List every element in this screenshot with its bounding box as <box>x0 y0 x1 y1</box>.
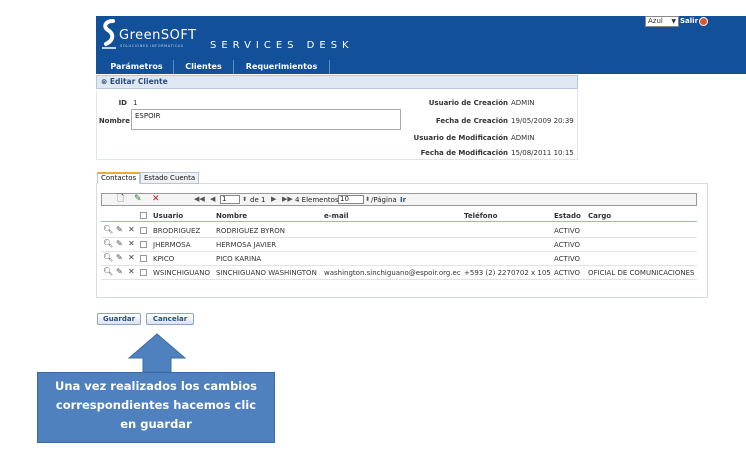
per-page-label: /Página <box>371 196 397 204</box>
fecha-modificacion-value: 15/08/2011 10:15 <box>511 149 574 157</box>
edit-icon[interactable]: ✎ <box>116 239 123 248</box>
tab-contactos[interactable]: Contactos <box>97 172 141 184</box>
cell-usuario: BRODRIGUEZ <box>153 227 201 235</box>
chevron-down-icon: ▼ <box>671 18 676 25</box>
panel-header[interactable]: ⊗ Editar Cliente <box>96 75 578 89</box>
callout-line: Una vez realizados los cambios <box>54 379 257 393</box>
cell-estado: ACTIVO <box>554 269 581 277</box>
row-checkbox[interactable] <box>140 227 147 234</box>
view-icon[interactable]: 🔍︎ <box>103 267 113 276</box>
panel-title: Editar Cliente <box>109 77 168 86</box>
view-icon[interactable]: 🔍︎ <box>103 239 113 248</box>
grid-toolbar <box>101 193 697 206</box>
tab-estado-cuenta[interactable]: Estado Cuenta <box>140 172 200 184</box>
callout-line: en guardar <box>120 417 192 431</box>
cell-cargo: OFICIAL DE COMUNICACIONES <box>588 269 695 277</box>
cell-estado: ACTIVO <box>554 255 581 263</box>
theme-select-value: Azul <box>648 17 663 25</box>
logout-icon[interactable] <box>699 17 708 26</box>
edit-icon[interactable]: ✎ <box>116 267 123 276</box>
cell-email: washington.sinchiguano@espoir.org.ec <box>324 269 461 277</box>
item-count-label: 4 Elementos <box>295 196 339 204</box>
per-page-input[interactable]: 10 <box>338 195 364 204</box>
delete-icon[interactable]: ✕ <box>128 225 135 234</box>
logout-link[interactable]: Salir <box>680 17 698 25</box>
theme-select[interactable]: Azul ▼ <box>645 16 679 27</box>
per-page-spinner-icon[interactable]: ⬍ <box>365 194 370 205</box>
callout-line: correspondientes hacemos clic <box>55 398 257 412</box>
edit-icon[interactable]: ✎ <box>116 225 123 234</box>
delete-icon[interactable]: ✕ <box>128 267 135 276</box>
delete-icon[interactable]: ✕ <box>128 239 135 248</box>
table-row[interactable]: 🔍︎ ✎ ✕ BRODRIGUEZ RODRIGUEZ BYRON ACTIVO <box>101 224 697 238</box>
cell-nombre: SINCHIGUANO WASHINGTON <box>216 269 317 277</box>
row-checkbox[interactable] <box>140 255 147 262</box>
fecha-creacion-value: 19/05/2009 20:39 <box>511 117 574 125</box>
select-all-checkbox[interactable] <box>140 212 147 219</box>
page-spinner-icon[interactable]: ⬍ <box>242 194 247 205</box>
cell-usuario: WSINCHIGUANO <box>153 269 210 277</box>
app-title: SERVICES DESK <box>210 40 354 51</box>
instruction-callout: Una vez realizados los cambios correspon… <box>37 372 275 443</box>
cell-usuario: KPICO <box>153 255 175 263</box>
usuario-modificacion-label: Usuario de Modificación <box>413 134 508 142</box>
column-cargo[interactable]: Cargo <box>588 212 611 220</box>
table-row[interactable]: 🔍︎ ✎ ✕ JHERMOSA HERMOSA JAVIER ACTIVO <box>101 238 697 252</box>
id-label: ID <box>118 99 127 107</box>
logo-icon <box>102 19 116 49</box>
cell-nombre: HERMOSA JAVIER <box>216 241 277 249</box>
cell-estado: ACTIVO <box>554 241 581 249</box>
column-email[interactable]: e-mail <box>324 212 348 220</box>
view-icon[interactable]: 🔍︎ <box>103 225 113 234</box>
usuario-creacion-label: Usuario de Creación <box>428 99 508 107</box>
menu-clientes[interactable]: Clientes <box>174 60 234 74</box>
menu-parametros[interactable]: Parámetros <box>100 60 174 74</box>
row-checkbox[interactable] <box>140 241 147 248</box>
cell-telefono: +593 (2) 2270702 x 105 <box>464 269 551 277</box>
column-nombre[interactable]: Nombre <box>216 212 247 220</box>
id-value: 1 <box>133 99 138 107</box>
menu-requerimientos[interactable]: Requerimientos <box>234 60 330 74</box>
nombre-label: Nombre <box>98 117 130 125</box>
collapse-icon[interactable]: ⊗ <box>101 77 110 86</box>
row-checkbox[interactable] <box>140 269 147 276</box>
logo-text: GreenSOFT <box>119 28 197 43</box>
column-estado[interactable]: Estado <box>554 212 581 220</box>
save-button[interactable]: Guardar <box>97 313 141 325</box>
delete-icon[interactable]: ✕ <box>152 194 160 205</box>
cell-estado: ACTIVO <box>554 227 581 235</box>
fecha-modificacion-label: Fecha de Modificación <box>420 149 508 157</box>
next-page-icon[interactable]: ▶ <box>271 194 276 205</box>
go-button[interactable]: Ir <box>400 196 406 204</box>
page-number-input[interactable]: 1 <box>220 195 240 204</box>
prev-page-icon[interactable]: ◀ <box>210 194 215 205</box>
table-header-divider <box>101 221 697 222</box>
logo-subtitle: SOLUCIONES INFORMATICAS <box>120 44 184 48</box>
first-page-icon[interactable]: ◀◀ <box>194 194 205 205</box>
new-document-icon[interactable]: 🗋 <box>117 194 124 205</box>
usuario-creacion-value: ADMIN <box>511 99 535 107</box>
usuario-modificacion-value: ADMIN <box>511 134 535 142</box>
column-usuario[interactable]: Usuario <box>153 212 183 220</box>
edit-icon[interactable]: ✎ <box>134 194 142 205</box>
page-of-label: de 1 <box>250 196 266 204</box>
delete-icon[interactable]: ✕ <box>128 253 135 262</box>
edit-icon[interactable]: ✎ <box>116 253 123 262</box>
last-page-icon[interactable]: ▶▶ <box>282 194 293 205</box>
view-icon[interactable]: 🔍︎ <box>103 253 113 262</box>
table-row[interactable]: 🔍︎ ✎ ✕ WSINCHIGUANO SINCHIGUANO WASHINGT… <box>101 266 697 280</box>
cancel-button[interactable]: Cancelar <box>146 313 194 325</box>
fecha-creacion-label: Fecha de Creación <box>435 117 508 125</box>
cell-nombre: RODRIGUEZ BYRON <box>216 227 285 235</box>
nombre-input[interactable]: ESPOIR <box>131 109 401 130</box>
column-telefono[interactable]: Teléfono <box>464 212 497 220</box>
arrow-up-icon <box>128 333 186 373</box>
cell-nombre: PICO KARINA <box>216 255 262 263</box>
table-row[interactable]: 🔍︎ ✎ ✕ KPICO PICO KARINA ACTIVO <box>101 252 697 266</box>
cell-usuario: JHERMOSA <box>153 241 191 249</box>
